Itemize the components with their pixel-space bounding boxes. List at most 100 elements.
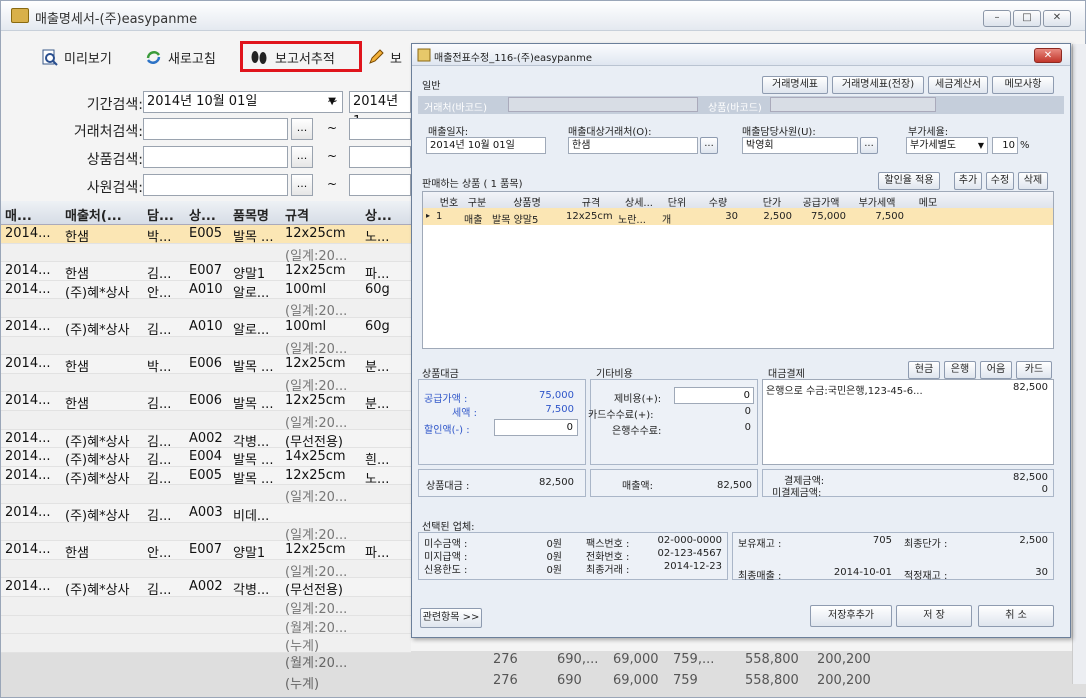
period-to-select[interactable]: 2014년 1 [349,91,411,129]
table-cell: 김... [147,509,172,524]
preview-button[interactable]: 미리보기 [41,45,112,69]
staff-search-input-to[interactable] [349,174,411,196]
add-item-button[interactable]: 추가 [954,172,982,190]
items-column-header[interactable]: 규격 [566,194,616,209]
dialog-close-button[interactable]: ✕ [1034,48,1062,63]
table-row[interactable]: (누계) [1,634,411,654]
table-cell: A003 [189,505,223,520]
vat-rate-input[interactable]: 10 [992,137,1018,154]
table-row[interactable]: 2014... (주)혜*상사 김... A002 각병... (무선전용) [1,578,411,598]
save-button[interactable]: 저 장 [896,605,972,627]
table-row[interactable]: 2014... 한샘 김... E007 양말1 12x25cm 파... [1,262,411,282]
target-client-input[interactable]: 한샘 [568,137,698,154]
product-search-input-to[interactable] [349,146,411,168]
vat-type-select[interactable]: 부가세별도 ▼ [906,137,988,154]
table-row[interactable]: 2014... 한샘 안... E007 양말1 12x25cm 파... [1,541,411,561]
staff-search-input[interactable] [143,174,288,196]
table-row[interactable]: 2014... (주)혜*상사 안... A010 알로... 100ml 60g [1,281,411,301]
client-tilde: ~ [327,121,338,135]
items-column-header[interactable]: 번호 [436,194,462,209]
grid-column-header[interactable]: 매출처(... [65,205,145,224]
table-row[interactable]: 2014... 한샘 박... E005 발목 ... 12x25cm 노... [1,225,411,245]
cash-button[interactable]: 현금 [908,361,940,379]
memo-button[interactable]: 메모사항 [992,76,1054,94]
sales-staff-input[interactable]: 박영회 [742,137,858,154]
table-row[interactable]: 2014... 한샘 김... E006 발목 ... 12x25cm 분... [1,392,411,412]
table-cell: 100ml [285,281,327,297]
product-search-input[interactable] [143,146,288,168]
items-column-header[interactable]: 수량 [698,194,738,209]
client-search-input-to[interactable] [349,118,411,140]
period-from-select[interactable]: 2014년 10월 01일 ▼ [143,91,343,113]
items-column-header[interactable]: 단위 [662,194,692,209]
table-row[interactable]: (월계:20... [1,615,411,636]
table-row[interactable]: (일계:20... [1,373,411,394]
grid-column-header[interactable]: 매... [5,205,61,224]
table-cell: (일계:20... [285,602,348,617]
grid-column-header[interactable]: 품목명 [233,205,283,224]
statement-electronic-button[interactable]: 거래명세표(전장) [832,76,924,94]
items-table-cell: 7,500 [875,211,904,222]
items-column-header[interactable]: 상세... [618,194,660,209]
apply-discount-button[interactable]: 할인율 적용 [878,172,940,190]
table-row[interactable]: 2014... (주)혜*상사 김... A010 알로... 100ml 60g [1,318,411,338]
edit-item-button[interactable]: 수정 [986,172,1014,190]
bill-button[interactable]: 어음 [980,361,1012,379]
target-client-search-button[interactable]: ... [700,137,718,154]
table-row[interactable]: 2014... (주)혜*상사 김... A002 각병... (무선전용) [1,430,411,450]
table-cell: 김... [147,434,172,450]
items-column-header[interactable]: 단가 [752,194,792,209]
vertical-scrollbar[interactable] [1072,44,1086,684]
staff-search-button[interactable]: ... [291,174,313,196]
items-column-header[interactable]: 상품명 [492,194,562,209]
close-button[interactable]: ✕ [1043,10,1071,27]
table-row[interactable]: (일계:20... [1,243,411,264]
table-row[interactable]: (일계:20... [1,485,411,505]
table-row[interactable]: (일계:20... [1,522,411,543]
tax-invoice-button[interactable]: 세금계산서 [928,76,988,94]
table-row[interactable]: 2014... (주)혜*상사 김... E004 발목 ... 14x25cm 흰... [1,448,411,468]
grid-column-header[interactable]: 상... [365,205,409,224]
minimize-button[interactable]: – [983,10,1011,27]
pencil-icon [369,48,384,64]
table-row[interactable]: (일계:20... [1,336,411,357]
sale-date-input[interactable]: 2014년 10월 01일 [426,137,546,154]
statement-button[interactable]: 거래명세표 [762,76,828,94]
table-row[interactable]: 2014... (주)혜*상사 김... A003 비데... [1,504,411,524]
client-search-button[interactable]: ... [291,118,313,140]
table-row[interactable]: (일계:20... [1,597,411,617]
table-row[interactable]: (일계:20... [1,411,411,431]
barcode-client-input[interactable] [508,97,698,112]
bank-button[interactable]: 은행 [944,361,976,379]
product-search-button[interactable]: ... [291,146,313,168]
table-row[interactable]: (일계:20... [1,559,411,580]
items-table-cell: 개 [662,215,672,226]
cancel-button[interactable]: 취 소 [978,605,1054,627]
edit-button[interactable]: 보 [367,45,402,69]
footer-row-label: (누계) [285,677,320,692]
items-column-header[interactable]: 구분 [464,194,490,209]
grid-column-header[interactable]: 상... [189,205,231,224]
items-column-header[interactable]: 부가세액 [850,194,904,209]
save-and-add-button[interactable]: 저장후추가 [810,605,892,627]
items-column-header[interactable]: 메모 [908,194,948,209]
barcode-product-input[interactable] [770,97,936,112]
grid-column-header[interactable]: 규격 [285,205,363,224]
refresh-label: 새로고침 [168,51,216,67]
sales-staff-search-button[interactable]: ... [860,137,878,154]
items-column-header[interactable]: 공급가액 [796,194,846,209]
refresh-button[interactable]: 새로고침 [145,45,216,69]
table-row[interactable]: 2014... 한샘 박... E006 발목 ... 12x25cm 분... [1,355,411,375]
maximize-button[interactable]: □ [1013,10,1041,27]
card-button[interactable]: 카드 [1016,361,1052,379]
table-row[interactable]: 2014... (주)혜*상사 김... E005 발목 ... 12x25cm 노... [1,467,411,487]
product-search-label: 상품검색: [86,152,143,168]
client-search-input[interactable] [143,118,288,140]
discount-input[interactable]: 0 [494,419,578,436]
related-items-button[interactable]: 관련항목 >> [420,608,482,628]
table-row[interactable]: (일계:20... [1,299,411,319]
grid-column-header[interactable]: 담... [147,205,187,224]
table-cell: 발목 ... [233,230,274,245]
delete-item-button[interactable]: 삭제 [1018,172,1048,190]
misc-fee-input[interactable]: 0 [674,387,754,404]
